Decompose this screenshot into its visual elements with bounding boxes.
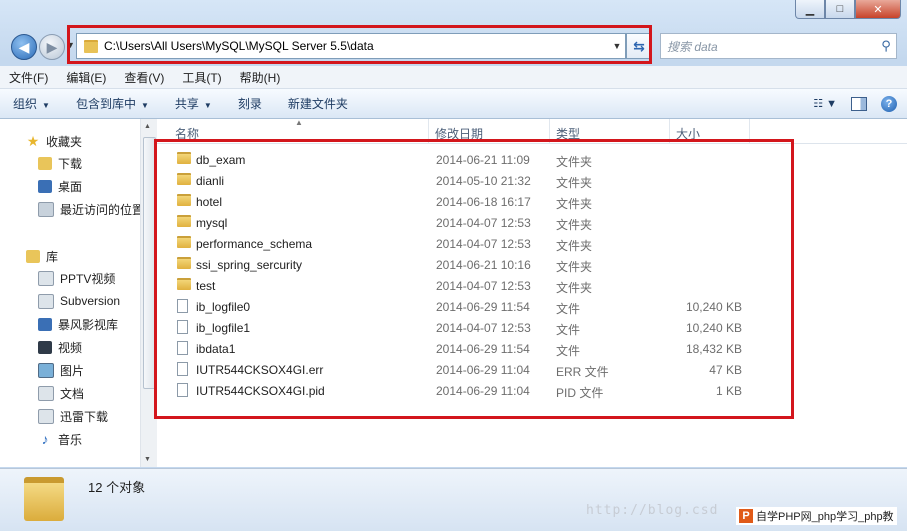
include-in-library-button[interactable]: 包含到库中 ▼ [63,95,162,112]
organize-label: 组织 [13,97,38,111]
nav-item-label: Subversion [60,294,121,308]
nav-item-label: 桌面 [58,179,83,194]
caption-buttons: ▁ □ ✕ [795,0,901,20]
downloads-folder-icon [38,156,52,170]
new-folder-button[interactable]: 新建文件夹 [275,95,361,112]
item-count: 12 个对象 [88,480,146,495]
nav-item-music[interactable]: ♪ 音乐 [38,429,83,449]
film-icon [38,340,52,354]
library-doc-icon [38,293,54,309]
sort-ascending-icon: ▲ [295,118,303,127]
video-library-icon [38,317,52,331]
nav-item-label: 图片 [60,363,85,378]
chevron-down-icon: ▼ [203,101,212,110]
back-arrow-icon: ◀ [18,38,30,55]
view-controls: ☷ ▼ ? [813,89,897,118]
burn-button[interactable]: 刻录 [225,95,275,112]
library-icon [26,249,40,263]
site-logo: P 自学PHP网_php学习_php教 [736,507,897,525]
nav-libraries-label: 库 [46,249,59,264]
nav-item-xunlei[interactable]: 迅雷下载 [38,406,108,426]
command-bar: 组织 ▼ 包含到库中 ▼ 共享 ▼ 刻录 新建文件夹 ☷ ▼ ? [0,89,907,119]
scroll-up-icon[interactable]: ▲ [144,123,151,130]
menu-help[interactable]: 帮助(H) [231,69,290,86]
preview-pane-icon[interactable] [851,96,867,111]
chevron-down-icon: ▼ [42,101,50,110]
document-icon [38,385,54,401]
desktop-icon [38,179,52,193]
maximize-button[interactable]: □ [825,0,855,19]
nav-libraries[interactable]: 库 [26,246,58,266]
nav-item-label: 暴风影视库 [58,317,119,332]
music-note-icon: ♪ [41,431,49,447]
recent-places-icon [38,201,54,217]
nav-item-baofeng[interactable]: 暴风影视库 [38,314,118,334]
forward-button[interactable]: ▶ [39,34,65,60]
large-folder-icon [24,477,64,521]
nav-item-downloads[interactable]: 下载 [38,153,82,173]
library-doc-icon [38,408,54,424]
nav-item-label: 最近访问的位置 [60,202,141,217]
star-icon: ★ [26,132,40,149]
watermark-url: http://blog.csd [586,503,719,518]
search-input[interactable]: 搜索 data [661,38,876,55]
nav-item-label: 下载 [58,156,83,171]
files-highlight-box [154,139,794,419]
picture-icon [38,362,54,378]
nav-item-documents[interactable]: 文档 [38,383,84,403]
menu-file[interactable]: 文件(F) [0,69,57,86]
menu-edit[interactable]: 编辑(E) [57,69,115,86]
nav-favorites-label: 收藏夹 [46,134,83,149]
view-options-icon[interactable]: ☷ ▼ [813,97,837,110]
help-icon[interactable]: ? [881,95,897,112]
explorer-window: ▁ □ ✕ ◀ ▶ ▼ C:\Users\All Users\MySQL\MyS… [0,0,907,531]
navigation-pane: ★ 收藏夹 下载 桌面 最近访问的位置 库 PPTV视频 Subversion 暴… [0,119,141,467]
back-button[interactable]: ◀ [11,34,37,60]
close-button[interactable]: ✕ [855,0,901,19]
forward-arrow-icon: ▶ [46,38,58,55]
nav-item-recent-places[interactable]: 最近访问的位置 [38,199,141,219]
minimize-button[interactable]: ▁ [795,0,825,19]
nav-item-label: 文档 [60,386,85,401]
library-doc-icon [38,270,54,286]
share-button[interactable]: 共享 ▼ [162,95,225,112]
menu-bar: 文件(F) 编辑(E) 查看(V) 工具(T) 帮助(H) [0,66,907,89]
nav-item-desktop[interactable]: 桌面 [38,176,82,196]
nav-item-label: 视频 [58,340,83,355]
chevron-down-icon: ▼ [140,101,149,110]
logo-p-icon: P [739,509,753,523]
nav-item-label: PPTV视频 [60,271,116,286]
nav-item-videos[interactable]: 视频 [38,337,82,357]
logo-text: 自学PHP网_php学习_php教 [756,511,894,523]
include-label: 包含到库中 [75,97,136,111]
nav-item-pictures[interactable]: 图片 [38,360,84,380]
nav-item-label: 音乐 [58,432,83,447]
nav-favorites[interactable]: ★ 收藏夹 [26,131,82,151]
nav-item-label: 迅雷下载 [60,409,109,424]
nav-item-subversion[interactable]: Subversion [38,291,120,311]
search-box[interactable]: 搜索 data ⚲ [660,33,897,59]
menu-view[interactable]: 查看(V) [115,69,173,86]
scroll-down-icon[interactable]: ▼ [144,456,151,463]
address-highlight-box [67,25,652,64]
search-icon[interactable]: ⚲ [876,38,896,54]
menu-tools[interactable]: 工具(T) [173,69,230,86]
organize-button[interactable]: 组织 ▼ [0,95,63,112]
share-label: 共享 [174,97,199,111]
nav-item-pptv[interactable]: PPTV视频 [38,268,115,288]
